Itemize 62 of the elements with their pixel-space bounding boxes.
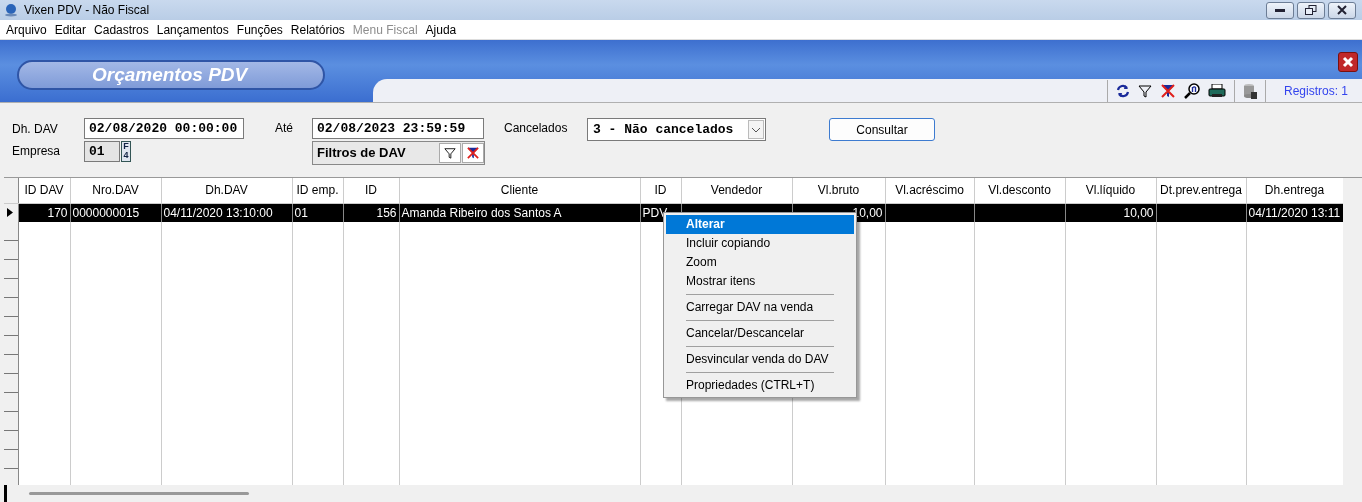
- column-header[interactable]: Nro.DAV: [70, 178, 161, 203]
- close-button[interactable]: [1328, 1, 1356, 19]
- print-icon[interactable]: [1207, 83, 1226, 98]
- column-header[interactable]: ID DAV: [18, 178, 70, 203]
- column-header[interactable]: Vl.desconto: [974, 178, 1065, 203]
- column-header[interactable]: Vl.líquido: [1065, 178, 1156, 203]
- menu-item[interactable]: Lançamentos: [152, 20, 233, 39]
- close-button[interactable]: [1338, 52, 1358, 72]
- filter-label: Filtros de DAV: [316, 144, 407, 163]
- column-header[interactable]: ID: [640, 178, 681, 203]
- column-header[interactable]: Dh.DAV: [161, 178, 292, 203]
- screen-title: Orçamentos PDV: [17, 60, 325, 90]
- lookup-button[interactable]: F4: [121, 141, 131, 162]
- close-icon: [1342, 56, 1354, 68]
- filter-icon: [444, 147, 456, 159]
- restore-button[interactable]: [1297, 1, 1325, 19]
- minimize-button[interactable]: [1266, 1, 1294, 19]
- records-count: Registros: 1: [1283, 82, 1348, 100]
- menu-item[interactable]: Funções: [232, 20, 287, 39]
- database-icon[interactable]: [1242, 82, 1257, 99]
- menu-item[interactable]: Carregar DAV na venda: [666, 298, 854, 317]
- close-icon: [1337, 5, 1347, 15]
- current-row-icon: [7, 208, 13, 218]
- app-logo-icon: [4, 3, 18, 17]
- window-title: Vixen PDV - Não Fiscal: [24, 2, 150, 19]
- menu-item[interactable]: Zoom: [666, 253, 854, 272]
- menu-item[interactable]: Ajuda: [421, 20, 461, 39]
- column-header[interactable]: Dt.prev.entrega: [1156, 178, 1246, 203]
- column-header[interactable]: Vendedor: [681, 178, 792, 203]
- clear-filter-icon: [466, 147, 480, 159]
- menu-item[interactable]: Alterar: [666, 215, 854, 234]
- menu-item[interactable]: Propriedades (CTRL+T): [666, 376, 854, 395]
- clear-filter-button[interactable]: [462, 143, 484, 163]
- menu-item[interactable]: Cadastros: [90, 20, 153, 39]
- date-field[interactable]: 02/08/2020 00:00:00: [84, 118, 244, 139]
- refresh-icon[interactable]: [1115, 83, 1130, 98]
- minimize-icon: [1275, 8, 1285, 12]
- column-header[interactable]: Vl.bruto: [792, 178, 885, 203]
- restore-icon: [1305, 5, 1317, 15]
- consult-button[interactable]: Consultar: [829, 118, 935, 141]
- clear-filter-icon[interactable]: [1159, 83, 1176, 98]
- company-field[interactable]: 01: [84, 141, 120, 162]
- field-label: Até: [275, 120, 293, 137]
- menu-item[interactable]: Cancelar/Descancelar: [666, 324, 854, 343]
- menu-item[interactable]: Arquivo: [2, 20, 51, 39]
- menu-item[interactable]: Incluir copiando: [666, 234, 854, 253]
- column-header[interactable]: ID emp.: [292, 178, 343, 203]
- column-header[interactable]: ID: [343, 178, 399, 203]
- menu-item[interactable]: Relatórios: [286, 20, 349, 39]
- column-header[interactable]: Cliente: [399, 178, 640, 203]
- menu-item[interactable]: Desvincular venda do DAV: [666, 350, 854, 369]
- search-icon[interactable]: [1183, 82, 1200, 99]
- field-label: Cancelados: [504, 120, 568, 137]
- menu-item[interactable]: Editar: [50, 20, 91, 39]
- menu-item[interactable]: Mostrar itens: [666, 272, 854, 291]
- status-dropdown[interactable]: 3 - Não cancelados: [587, 118, 766, 141]
- filter-icon[interactable]: [1137, 83, 1152, 98]
- field-label: Empresa: [12, 143, 61, 160]
- date-field[interactable]: 02/08/2023 23:59:59: [312, 118, 484, 139]
- field-label: Dh. DAV: [12, 121, 58, 138]
- filter-button[interactable]: [439, 143, 461, 163]
- column-header[interactable]: Vl.acréscimo: [885, 178, 974, 203]
